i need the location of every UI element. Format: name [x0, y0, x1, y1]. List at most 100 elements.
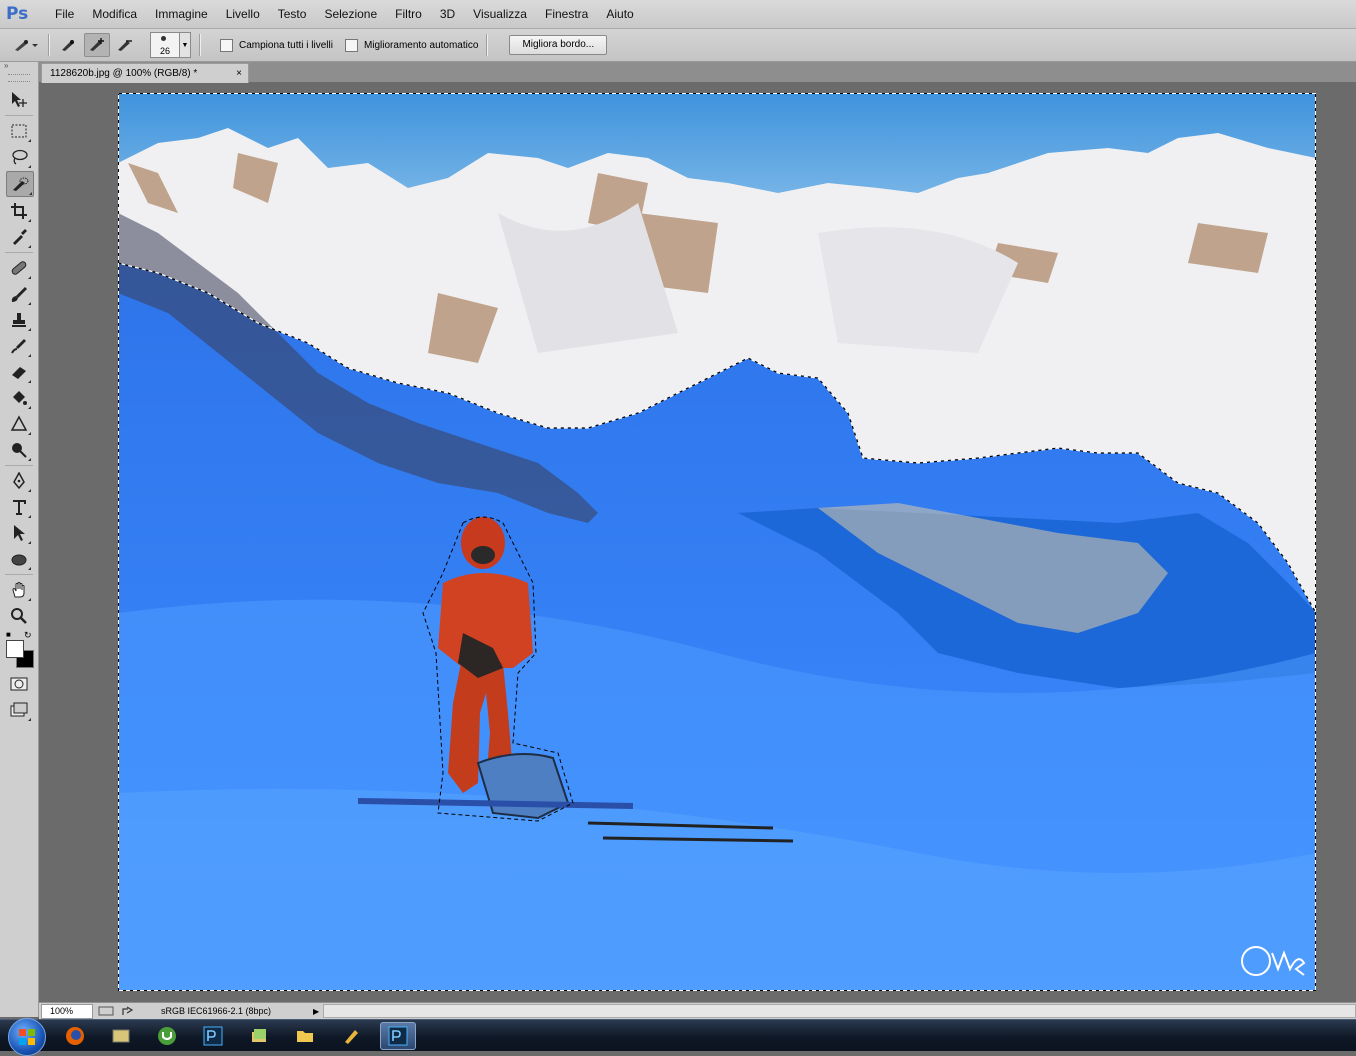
taskbar-utorrent[interactable] — [150, 1023, 184, 1049]
pen-tool[interactable] — [6, 469, 32, 493]
screen-mode-button[interactable] — [6, 698, 32, 722]
pencil-icon — [345, 1029, 358, 1044]
rect-marquee-tool[interactable] — [6, 119, 32, 143]
photoshop-logo-icon: Ps — [6, 4, 29, 24]
menu-selezione[interactable]: Selezione — [315, 7, 386, 21]
canvas-area[interactable] — [39, 83, 1356, 1002]
quick-mask-button[interactable] — [6, 672, 32, 696]
move-tool[interactable] — [6, 88, 32, 112]
pen-icon — [13, 472, 25, 490]
menu-immagine[interactable]: Immagine — [146, 7, 217, 21]
tool-preset-picker[interactable] — [10, 34, 40, 56]
blur-triangle-icon — [10, 415, 28, 431]
new-selection-button[interactable] — [57, 34, 81, 56]
arrow-select-icon — [14, 525, 25, 541]
brush-subtract-icon — [118, 40, 132, 51]
panel-collapse-icon[interactable]: » — [0, 62, 38, 70]
zoom-icon — [11, 608, 27, 624]
menu-livello[interactable]: Livello — [217, 7, 269, 21]
lasso-tool[interactable] — [6, 145, 32, 169]
brush-size-dropdown[interactable]: ▼ — [180, 32, 191, 58]
history-brush-icon — [11, 339, 26, 354]
history-brush-tool[interactable] — [6, 334, 32, 358]
eraser-tool[interactable] — [6, 360, 32, 384]
separator — [5, 252, 33, 253]
menu-3d[interactable]: 3D — [431, 7, 464, 21]
crop-tool[interactable] — [6, 199, 32, 223]
taskbar-file-explorer[interactable] — [288, 1023, 322, 1049]
move-icon — [12, 92, 27, 107]
tools-panel: » ■ ↻ — [0, 62, 39, 1017]
taskbar-folder-stack[interactable] — [242, 1023, 276, 1049]
horizontal-scrollbar[interactable] — [323, 1004, 1356, 1018]
status-menu-arrow-icon[interactable]: ▶ — [313, 1007, 319, 1016]
separator — [5, 465, 33, 466]
type-tool[interactable] — [6, 495, 32, 519]
panel-grip[interactable] — [8, 74, 30, 82]
quick-selection-tool[interactable] — [6, 171, 34, 197]
image-canvas[interactable] — [118, 93, 1316, 991]
windows-taskbar — [0, 1017, 1356, 1056]
brush-tool[interactable] — [6, 282, 32, 306]
menu-modifica[interactable]: Modifica — [83, 7, 146, 21]
photoshop-icon — [203, 1026, 223, 1045]
brush-add-icon — [90, 38, 104, 51]
quick-mask-icon — [10, 677, 28, 691]
separator — [5, 574, 33, 575]
default-colors-icon[interactable]: ■ — [6, 630, 11, 639]
clone-stamp-tool[interactable] — [6, 308, 32, 332]
auto-enhance-label: Miglioramento automatico — [363, 39, 479, 51]
options-bar: 26 ▼ Campiona tutti i livelli Migliorame… — [0, 29, 1356, 62]
brush-size-picker[interactable]: 26 — [150, 32, 180, 58]
zoom-level-field[interactable]: 100% — [41, 1003, 93, 1019]
menu-finestra[interactable]: Finestra — [536, 7, 597, 21]
photoshop-icon — [388, 1026, 408, 1045]
foreground-color-swatch[interactable] — [6, 640, 24, 658]
export-icon[interactable] — [119, 1005, 137, 1017]
checkbox-box[interactable] — [344, 38, 358, 52]
separator — [5, 115, 33, 116]
separator — [199, 34, 200, 56]
taskbar-explorer-window[interactable] — [104, 1023, 138, 1049]
menu-aiuto[interactable]: Aiuto — [597, 7, 642, 21]
status-info-icon[interactable] — [97, 1005, 115, 1017]
chevron-down-icon: ▼ — [181, 41, 189, 49]
rectangle-marquee-icon — [11, 124, 27, 138]
zoom-tool[interactable] — [6, 604, 32, 628]
sample-all-layers-checkbox[interactable]: Campiona tutti i livelli — [220, 38, 333, 52]
document-tab[interactable]: 1128620b.jpg @ 100% (RGB/8) * × — [41, 63, 249, 83]
taskbar-photoshop-active[interactable] — [380, 1021, 416, 1050]
firefox-icon — [66, 1026, 84, 1045]
stamp-icon — [12, 313, 26, 327]
taskbar-pencil-app[interactable] — [334, 1023, 368, 1049]
menu-list: File Modifica Immagine Livello Testo Selezion… — [46, 7, 643, 21]
menu-testo[interactable]: Testo — [269, 7, 316, 21]
photo-image[interactable] — [118, 93, 1316, 991]
dodge-tool[interactable] — [6, 438, 32, 462]
menu-visualizza[interactable]: Visualizza — [464, 7, 536, 21]
close-icon[interactable]: × — [236, 64, 242, 83]
eyedropper-tool[interactable] — [6, 225, 32, 249]
eyedropper-icon — [13, 229, 27, 245]
add-to-selection-button[interactable] — [84, 33, 110, 57]
healing-brush-tool[interactable] — [6, 256, 32, 280]
refine-edge-button[interactable]: Migliora bordo... — [509, 35, 608, 55]
paint-bucket-tool[interactable] — [6, 386, 32, 410]
taskbar-firefox[interactable] — [58, 1023, 92, 1049]
menu-filtro[interactable]: Filtro — [386, 7, 431, 21]
path-selection-tool[interactable] — [6, 521, 32, 545]
subtract-from-selection-button[interactable] — [113, 34, 137, 56]
blur-tool[interactable] — [6, 412, 32, 436]
swap-colors-icon[interactable]: ↻ — [24, 630, 32, 641]
document-info: sRGB IEC61966-2.1 (8bpc) — [161, 1006, 272, 1016]
tool-list — [0, 88, 38, 628]
menu-bar: Ps File Modifica Immagine Livello Testo Selez… — [0, 0, 1356, 29]
taskbar-photoshop[interactable] — [196, 1023, 230, 1049]
ellipse-tool[interactable] — [6, 547, 32, 571]
checkbox-box[interactable] — [220, 38, 233, 52]
menu-file[interactable]: File — [46, 7, 83, 21]
auto-enhance-checkbox[interactable]: Miglioramento automatico — [344, 38, 479, 52]
hand-tool[interactable] — [6, 578, 32, 602]
crop-icon — [11, 203, 27, 219]
separator — [486, 34, 488, 56]
